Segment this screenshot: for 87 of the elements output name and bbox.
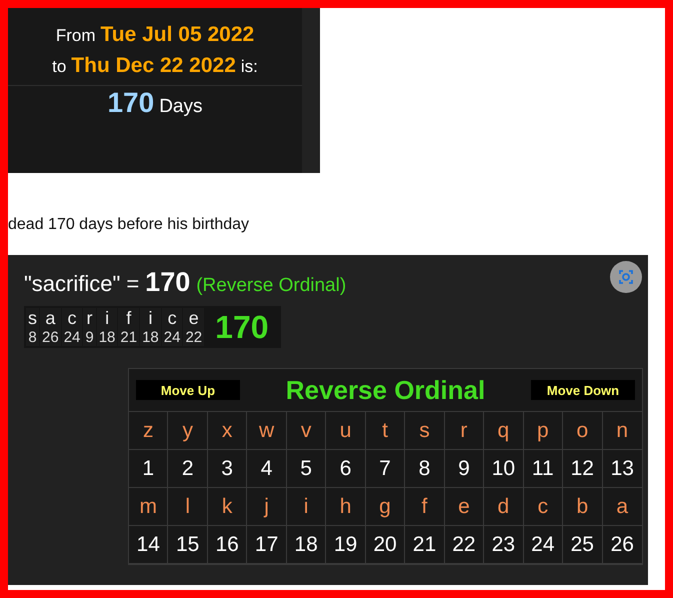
letter: c	[68, 308, 77, 329]
cipher-name: (Reverse Ordinal)	[196, 275, 346, 297]
days-label: Days	[159, 95, 202, 119]
number-cell: 23	[484, 526, 524, 564]
letter-cell: r	[444, 412, 484, 450]
number-cell: 3	[208, 450, 248, 488]
equals-sign: =	[126, 271, 140, 297]
letter-cell: t	[366, 412, 406, 450]
number-cell: 11	[524, 450, 564, 488]
letter-value: 18	[98, 329, 116, 346]
letter: r	[86, 308, 93, 329]
letter-cell: c	[524, 488, 564, 526]
letter-cell: u	[326, 412, 366, 450]
number-cell: 15	[168, 526, 208, 564]
number-cell: 16	[208, 526, 248, 564]
number-cell: 24	[524, 526, 564, 564]
number-cell: 2	[168, 450, 208, 488]
number-cell: 22	[444, 526, 484, 564]
letter-value: 8	[28, 329, 37, 346]
number-cell: 9	[444, 450, 484, 488]
number-cell: 19	[326, 526, 366, 564]
letter-cell: k	[208, 488, 248, 526]
number-cell: 8	[405, 450, 445, 488]
note-text: dead 170 days before his birthday	[8, 215, 250, 235]
number-cell: 10	[484, 450, 524, 488]
letter-cell: w	[247, 412, 287, 450]
is-label: is:	[240, 56, 258, 78]
number-cell: 1	[129, 450, 168, 488]
move-up-button[interactable]: Move Up	[136, 380, 240, 400]
letter-value: 24	[64, 329, 80, 346]
letter-value: 21	[120, 329, 138, 346]
letter: a	[45, 308, 56, 329]
lens-icon[interactable]	[610, 261, 642, 293]
move-down-button[interactable]: Move Down	[531, 380, 635, 400]
letter-cell: q	[484, 412, 524, 450]
letter-cell: i	[286, 488, 326, 526]
letter-cell: d	[484, 488, 524, 526]
letter-value: 18	[142, 329, 159, 346]
letter-cell: h	[326, 488, 366, 526]
letter-cell: z	[129, 412, 168, 450]
table-title: Reverse Ordinal	[286, 374, 486, 406]
letter: i	[148, 308, 152, 329]
letter-cell: a	[602, 488, 642, 526]
letter-value: 9	[85, 329, 94, 346]
number-cell: 5	[286, 450, 326, 488]
letter-cell: g	[366, 488, 406, 526]
sum-value: 170	[214, 308, 270, 346]
letter-cell: e	[444, 488, 484, 526]
number-cell: 7	[366, 450, 406, 488]
number-cell: 4	[247, 450, 287, 488]
letter-value: 24	[164, 329, 180, 346]
letter-cell: n	[602, 412, 642, 450]
number-cell: 13	[602, 450, 642, 488]
letter: c	[168, 308, 177, 329]
number-cell: 25	[563, 526, 603, 564]
number-cell: 12	[563, 450, 603, 488]
letter-value: 22	[185, 329, 202, 346]
letter: s	[28, 308, 37, 329]
letter-cell: b	[563, 488, 603, 526]
number-cell: 18	[286, 526, 326, 564]
number-cell: 26	[602, 526, 642, 564]
number-cell: 17	[247, 526, 287, 564]
number-cell: 14	[129, 526, 168, 564]
day-count: 170	[107, 88, 154, 118]
number-cell: 20	[366, 526, 406, 564]
end-date: Thu Dec 22 2022	[71, 53, 236, 79]
letter-cell: j	[247, 488, 287, 526]
number-cell: 6	[326, 450, 366, 488]
letter-cell: m	[129, 488, 168, 526]
total-value: 170	[145, 267, 190, 298]
from-label: From	[56, 25, 96, 47]
letter-cell: y	[168, 412, 208, 450]
letter-cell: l	[168, 488, 208, 526]
to-label: to	[52, 56, 66, 78]
number-cell: 21	[405, 526, 445, 564]
letter: i	[105, 308, 110, 329]
letter-cell: x	[208, 412, 248, 450]
letter: e	[188, 308, 199, 329]
letter-cell: p	[524, 412, 564, 450]
letter-cell: f	[405, 488, 445, 526]
word-text: "sacrifice"	[24, 271, 120, 297]
letter-cell: o	[563, 412, 603, 450]
letter-cell: v	[286, 412, 326, 450]
letter-value: 26	[42, 329, 59, 346]
letter-cell: s	[405, 412, 445, 450]
letter: f	[126, 308, 132, 329]
start-date: Tue Jul 05 2022	[100, 22, 254, 48]
